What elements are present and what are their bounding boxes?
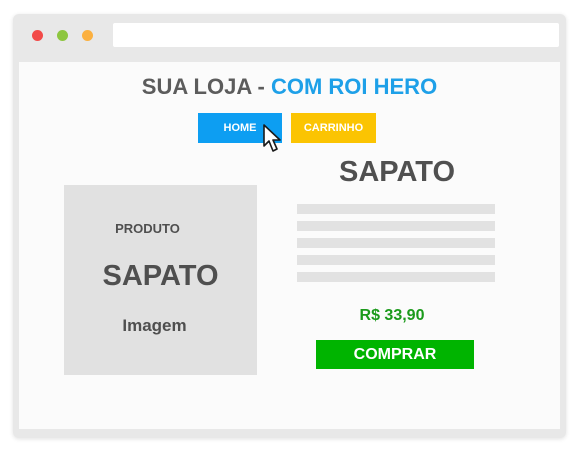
page-content: SUA LOJA - COM ROI HERO HOME CARRINHO PR…: [19, 62, 560, 429]
store-title: SUA LOJA - COM ROI HERO: [19, 74, 560, 100]
cart-button[interactable]: CARRINHO: [291, 113, 376, 143]
window-minimize-dot[interactable]: [82, 30, 93, 41]
image-caption-main: SAPATO: [102, 260, 219, 292]
mouse-pointer-icon: [263, 124, 281, 152]
store-title-highlight: COM ROI HERO: [270, 74, 438, 99]
browser-titlebar: [13, 14, 566, 58]
buy-button[interactable]: COMPRAR: [316, 340, 474, 369]
window-maximize-dot[interactable]: [57, 30, 68, 41]
description-line: [297, 221, 495, 231]
store-title-prefix: SUA LOJA -: [141, 74, 271, 99]
product-title: SAPATO: [338, 156, 455, 188]
description-line: [297, 204, 495, 214]
window-close-dot[interactable]: [32, 30, 43, 41]
image-caption-top: PRODUTO: [115, 221, 180, 236]
address-bar[interactable]: [113, 23, 559, 47]
description-line: [297, 255, 495, 265]
browser-window: SUA LOJA - COM ROI HERO HOME CARRINHO PR…: [13, 14, 566, 438]
product-price: R$ 33,90: [359, 307, 425, 324]
description-line: [297, 238, 495, 248]
product-image-placeholder: PRODUTO SAPATO Imagem: [64, 185, 257, 375]
description-line: [297, 272, 495, 282]
image-caption-bottom: Imagem: [122, 316, 187, 335]
